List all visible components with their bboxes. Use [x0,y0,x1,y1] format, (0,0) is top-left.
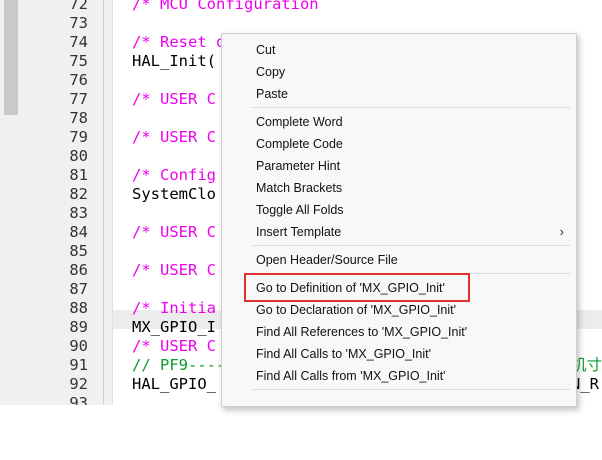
line-number: 80 [69,147,88,165]
menu-item-label: Cut [256,43,276,57]
menu-item-label: Complete Code [256,137,343,151]
menu-item-label: Go to Declaration of 'MX_GPIO_Init' [256,303,456,317]
code-text: HAL_Init( [132,52,216,70]
code-line[interactable]: 72 /* MCU Configuration [0,0,602,14]
code-text: /* USER C [132,128,216,146]
line-number: 74 [69,33,88,51]
menu-separator [252,107,570,108]
line-number: 90 [69,337,88,355]
menu-separator [252,245,570,246]
code-text: /* USER C [132,90,216,108]
code-line[interactable]: 73 [0,14,602,33]
chevron-right-icon: › [559,224,564,239]
line-number: 79 [69,128,88,146]
code-text: /* Initia [132,299,216,317]
menu-item-label: Paste [256,87,288,101]
menu-item[interactable]: Parameter Hint [222,155,576,177]
line-number: 72 [69,0,88,13]
line-number: 78 [69,109,88,127]
menu-item[interactable]: Find All Calls to 'MX_GPIO_Init' [222,343,576,365]
code-text: SystemClo [132,185,216,203]
menu-item-label: Complete Word [256,115,343,129]
menu-item[interactable]: Copy [222,61,576,83]
menu-item[interactable]: Complete Code [222,133,576,155]
line-number: 91 [69,356,88,374]
menu-item[interactable]: Find All References to 'MX_GPIO_Init' [222,321,576,343]
menu-item-label: Open Header/Source File [256,253,398,267]
menu-item-label: Match Brackets [256,181,343,195]
highlight-annotation-box [244,273,470,302]
line-number: 73 [69,14,88,32]
line-number: 84 [69,223,88,241]
context-menu: Cut Copy Paste Complete Word Complete Code Pa… [221,33,577,407]
menu-item[interactable]: Open Header/Source File [222,249,576,271]
menu-item[interactable]: Find All Calls from 'MX_GPIO_Init' [222,365,576,387]
menu-item-label: Find All Calls from 'MX_GPIO_Init' [256,369,446,383]
code-text: MX_GPIO_I [132,318,216,336]
code-text: /* USER C [132,261,216,279]
menu-item[interactable]: Cut [222,39,576,61]
menu-item[interactable]: Complete Word [222,111,576,133]
line-number: 83 [69,204,88,222]
menu-item-label: Find All Calls to 'MX_GPIO_Init' [256,347,431,361]
menu-item-label: Parameter Hint [256,159,341,173]
line-number: 86 [69,261,88,279]
menu-item[interactable]: Paste [222,83,576,105]
menu-item[interactable]: Toggle All Folds [222,199,576,221]
line-number: 75 [69,52,88,70]
code-text: /* USER C [132,223,216,241]
code-text: // PF9---- [132,356,226,374]
menu-item[interactable]: Go to Declaration of 'MX_GPIO_Init' [222,299,576,321]
line-number: 76 [69,71,88,89]
line-number: 82 [69,185,88,203]
menu-separator [252,389,570,390]
menu-item-label: Find All References to 'MX_GPIO_Init' [256,325,468,339]
line-number: 93 [69,394,88,405]
code-text: HAL_GPIO_ [132,375,216,393]
code-text: /* USER C [132,337,216,355]
line-number: 87 [69,280,88,298]
menu-item[interactable]: Match Brackets [222,177,576,199]
line-number: 85 [69,242,88,260]
menu-item-label: Toggle All Folds [256,203,344,217]
line-number: 77 [69,90,88,108]
code-text: /* Config [132,166,216,184]
code-text: /* MCU Configuration [132,0,319,13]
line-number: 92 [69,375,88,393]
line-number: 89 [69,318,88,336]
menu-item-label: Copy [256,65,286,79]
menu-item[interactable]: Insert Template › [222,221,576,243]
line-number: 81 [69,166,88,184]
line-number: 88 [69,299,88,317]
menu-item-label: Insert Template [256,225,342,239]
